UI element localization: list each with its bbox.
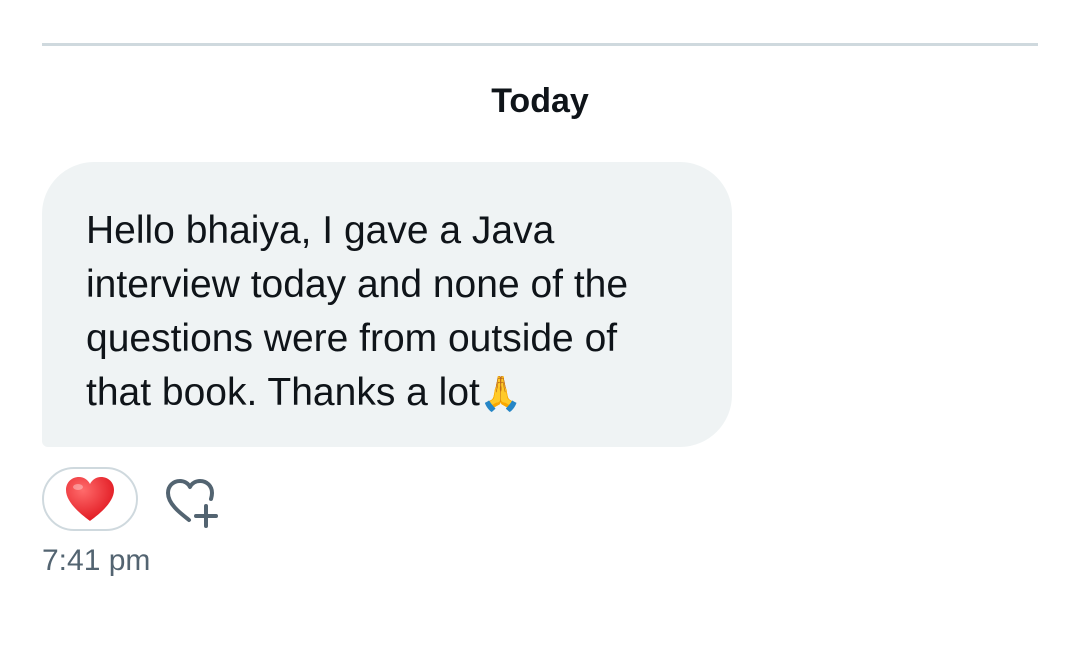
date-separator: Today <box>491 82 589 120</box>
red-heart-icon <box>66 477 114 521</box>
message-timestamp: 7:41 pm <box>42 544 151 577</box>
add-reaction-button[interactable] <box>160 475 224 531</box>
top-divider <box>42 43 1038 46</box>
message-text: Hello bhaiya, I gave a Java interview to… <box>86 209 629 414</box>
heart-plus-icon <box>166 479 218 528</box>
message-bubble[interactable]: Hello bhaiya, I gave a Java interview to… <box>42 162 732 447</box>
reaction-heart-button[interactable] <box>42 467 138 531</box>
folded-hands-icon: 🙏 <box>479 375 523 413</box>
